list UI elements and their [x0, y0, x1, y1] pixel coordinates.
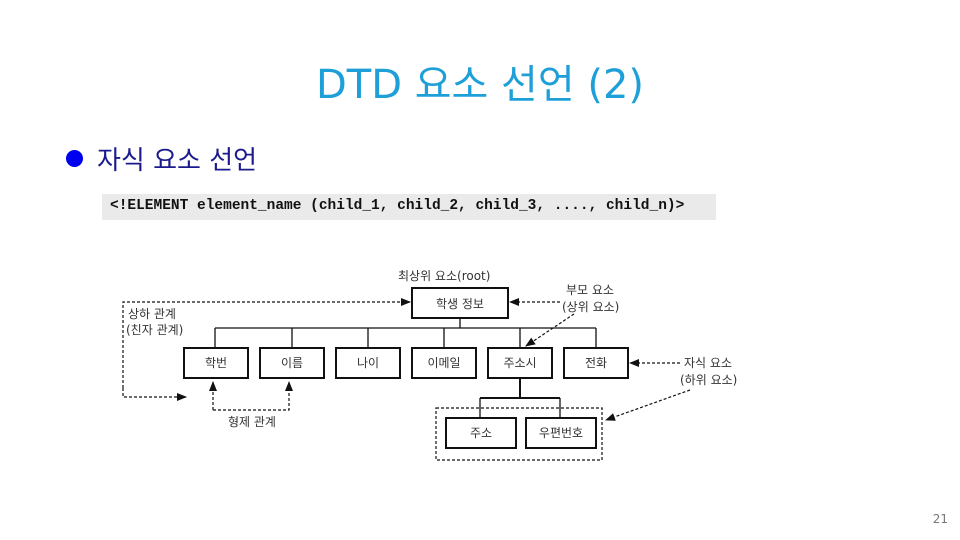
child-label: 주소시	[503, 356, 536, 370]
child-label: 나이	[357, 356, 379, 370]
grandchild-label: 우편번호	[539, 426, 583, 440]
child-label-1: 자식 요소	[684, 356, 732, 370]
child-label: 전화	[585, 356, 607, 370]
child-node: 이름	[259, 347, 325, 379]
child-node: 학번	[183, 347, 249, 379]
child-node: 나이	[335, 347, 401, 379]
grandchild-node: 우편번호	[525, 417, 597, 449]
root-node: 학생 정보	[411, 287, 509, 319]
child-node: 주소시	[487, 347, 553, 379]
hierarchy-label-2: (친자 관계)	[126, 323, 183, 337]
sibling-arrow	[209, 381, 293, 411]
element-tree-diagram: 최상위 요소(root) 학생 정보 학번 이름 나이 이메일 주소시 전화 주…	[122, 269, 737, 461]
child-label: 이메일	[427, 356, 460, 370]
grandchild-label: 주소	[470, 426, 492, 440]
hierarchy-label-1: 상하 관계	[128, 307, 176, 321]
parent-label-2: (상위 요소)	[562, 300, 619, 314]
page-number: 21	[932, 512, 948, 526]
child-label: 학번	[205, 356, 227, 370]
child-node: 전화	[563, 347, 629, 379]
root-caption: 최상위 요소(root)	[398, 269, 490, 283]
grandchild-node: 주소	[445, 417, 517, 449]
parent-label-1: 부모 요소	[566, 283, 614, 297]
root-label: 학생 정보	[436, 297, 484, 311]
child-label: 이름	[281, 356, 303, 370]
child-label-2: (하위 요소)	[680, 373, 737, 387]
child-node: 이메일	[411, 347, 477, 379]
sibling-label: 형제 관계	[228, 415, 276, 429]
